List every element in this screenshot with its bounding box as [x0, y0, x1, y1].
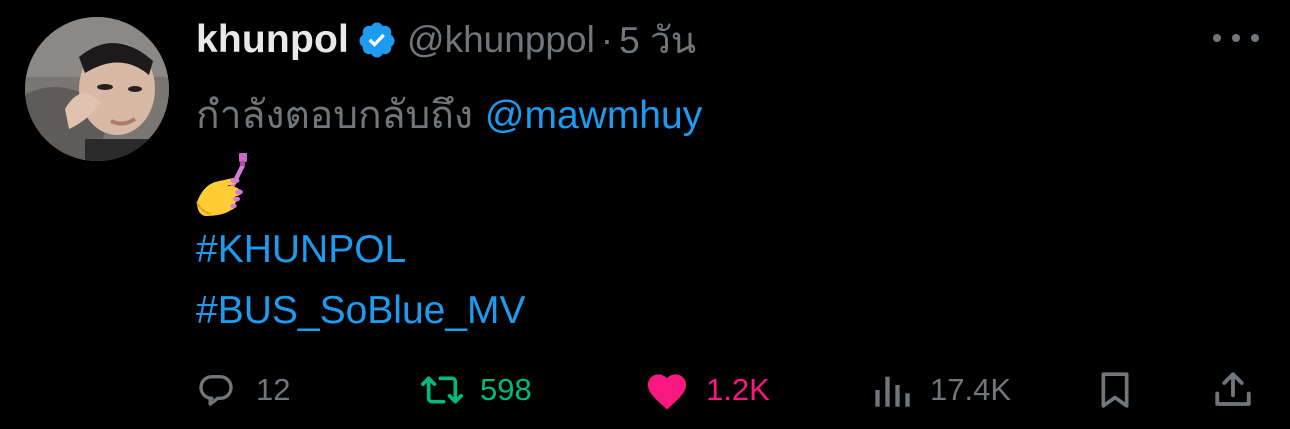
- reply-count: 12: [256, 372, 291, 407]
- hashtag-link[interactable]: #KHUNPOL: [196, 228, 406, 272]
- tweet-header: khunpol @khunppol · 5 วัน: [196, 14, 696, 66]
- like-icon: [644, 369, 690, 411]
- more-icon[interactable]: [1213, 30, 1259, 46]
- views-icon: [870, 370, 914, 410]
- reply-button[interactable]: 12: [196, 360, 290, 420]
- retweet-button[interactable]: 598: [418, 360, 532, 420]
- views-count: 17.4K: [930, 372, 1012, 407]
- tweet[interactable]: khunpol @khunppol · 5 วัน กำลังตอบกลับถึ…: [0, 0, 1290, 429]
- bookmark-icon: [1095, 369, 1135, 411]
- hashtag-link[interactable]: #BUS_SoBlue_MV: [196, 289, 526, 333]
- timestamp[interactable]: 5 วัน: [619, 11, 696, 70]
- views-button[interactable]: 17.4K: [870, 360, 1011, 420]
- avatar[interactable]: [25, 17, 169, 161]
- nail-polish-emoji: [193, 152, 247, 218]
- more-dot: [1232, 34, 1240, 42]
- like-button[interactable]: 1.2K: [644, 360, 770, 420]
- more-dot: [1213, 34, 1221, 42]
- reply-mention-link[interactable]: @mawmhuy: [485, 94, 702, 137]
- action-bar: 12 598 1.2K 17.4K: [0, 360, 1290, 420]
- verified-badge-icon: [357, 20, 397, 60]
- retweet-count: 598: [480, 372, 532, 407]
- replying-to: กำลังตอบกลับถึง @mawmhuy: [196, 84, 702, 146]
- bookmark-button[interactable]: [1095, 360, 1135, 420]
- separator-dot: ·: [600, 19, 614, 60]
- avatar-image: [25, 17, 169, 161]
- share-icon: [1212, 369, 1254, 411]
- share-button[interactable]: [1212, 360, 1254, 420]
- more-dot: [1251, 34, 1259, 42]
- display-name[interactable]: khunpol: [196, 18, 349, 62]
- author-handle[interactable]: @khunppol: [407, 19, 595, 61]
- like-count: 1.2K: [706, 372, 770, 407]
- reply-icon: [196, 370, 236, 410]
- replying-to-label: กำลังตอบกลับถึง: [196, 94, 473, 137]
- retweet-icon: [418, 370, 466, 410]
